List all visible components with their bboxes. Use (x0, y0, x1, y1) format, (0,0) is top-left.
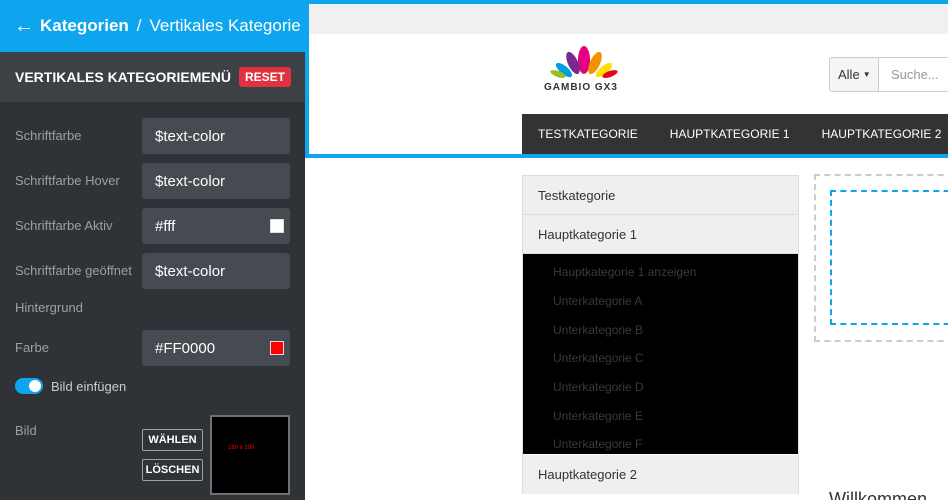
color-swatch-red[interactable] (270, 341, 284, 355)
selection-highlight-bottom (305, 154, 948, 158)
background-heading-row: Hintergrund (15, 301, 290, 315)
section-title: VERTIKALES KATEGORIEMENÜ (15, 69, 231, 85)
bg-color-value[interactable]: #FF0000 (155, 340, 215, 357)
vmenu-subitem[interactable]: Unterkategorie E (523, 401, 798, 430)
main-navbar: TESTKATEGORIE HAUPTKATEGORIE 1 HAUPTKATE… (522, 114, 948, 154)
image-preview: 160 x 100 (210, 415, 290, 495)
vmenu-item-hauptkategorie-2[interactable]: Hauptkategorie 2 (523, 455, 798, 494)
font-color-active-label: Schriftfarbe Aktiv (15, 218, 113, 233)
font-color-hover-input[interactable]: $text-color (142, 163, 290, 199)
search-input[interactable]: Suche... (878, 57, 948, 92)
vmenu-subitem[interactable]: Unterkategorie A (523, 287, 798, 316)
font-color-open-row: Schriftfarbe geöffnet $text-color (15, 253, 290, 289)
search-category-value[interactable]: Alle (838, 67, 860, 82)
image-label: Bild (15, 423, 37, 438)
vmenu-item-testkategorie[interactable]: Testkategorie (523, 176, 798, 215)
vmenu-subitem[interactable]: Hauptkategorie 1 anzeigen (523, 258, 798, 287)
insert-image-label: Bild einfügen (51, 378, 127, 394)
style-editor-panel: ← Kategorien / Vertikales Kategorie VERT… (0, 0, 305, 500)
nav-item-hauptkategorie-1[interactable]: HAUPTKATEGORIE 1 (654, 114, 806, 154)
content-dropzone-inner[interactable] (830, 190, 948, 325)
search-category-select[interactable]: Alle ▼ (829, 57, 879, 92)
bg-color-field[interactable]: #FF0000 (142, 330, 290, 366)
logo-text: GAMBIO GX3 (544, 82, 618, 93)
bg-color-label: Farbe (15, 340, 49, 355)
color-swatch-white[interactable] (270, 219, 284, 233)
font-color-active-value[interactable]: #fff (155, 218, 175, 235)
nav-item-hauptkategorie-2[interactable]: HAUPTKATEGORIE 2 (806, 114, 948, 154)
font-color-open-label: Schriftfarbe geöffnet (15, 263, 132, 278)
insert-image-toggle[interactable] (15, 378, 43, 394)
selection-highlight-top (305, 0, 948, 4)
background-heading: Hintergrund (15, 300, 83, 315)
breadcrumb-kategorien[interactable]: Kategorien (40, 16, 129, 36)
vmenu-subitem[interactable]: Unterkategorie C (523, 344, 798, 373)
choose-image-button[interactable]: WÄHLEN (142, 429, 203, 451)
vmenu-subitem[interactable]: Unterkategorie B (523, 315, 798, 344)
font-color-label: Schriftfarbe (15, 128, 82, 143)
nav-item-testkategorie[interactable]: TESTKATEGORIE (522, 114, 654, 154)
vertical-category-menu: Testkategorie Hauptkategorie 1 Hauptkate… (522, 175, 799, 494)
font-color-hover-row: Schriftfarbe Hover $text-color (15, 163, 290, 199)
vmenu-subitem[interactable]: Unterkategorie D (523, 373, 798, 402)
bg-color-row: Farbe #FF0000 (15, 330, 290, 366)
vmenu-submenu: Hauptkategorie 1 anzeigen Unterkategorie… (523, 254, 798, 454)
image-preview-text: 160 x 100 (228, 445, 255, 451)
font-color-open-input[interactable]: $text-color (142, 253, 290, 289)
section-title-bar: VERTIKALES KATEGORIEMENÜ RESET (0, 52, 305, 102)
welcome-heading: Willkommen (829, 489, 928, 500)
font-color-active-row: Schriftfarbe Aktiv #fff (15, 208, 290, 244)
font-color-input[interactable]: $text-color (142, 118, 290, 154)
delete-image-button[interactable]: LÖSCHEN (142, 459, 203, 481)
font-color-hover-label: Schriftfarbe Hover (15, 173, 120, 188)
gambio-logo-icon (550, 46, 618, 78)
selection-highlight-left (305, 0, 309, 158)
arrow-left-icon[interactable]: ← (14, 15, 34, 38)
reset-button[interactable]: RESET (238, 67, 291, 87)
breadcrumb: ← Kategorien / Vertikales Kategorie (0, 0, 305, 52)
breadcrumb-separator: / (136, 16, 142, 35)
vmenu-item-hauptkategorie-1[interactable]: Hauptkategorie 1 (523, 215, 798, 254)
breadcrumb-current: Vertikales Kategorie (149, 16, 301, 35)
shop-topbar (309, 3, 948, 34)
insert-image-row: Bild einfügen (15, 378, 290, 394)
font-color-row: Schriftfarbe $text-color (15, 118, 290, 154)
caret-down-icon[interactable]: ▼ (863, 70, 871, 79)
font-color-active-field[interactable]: #fff (142, 208, 290, 244)
